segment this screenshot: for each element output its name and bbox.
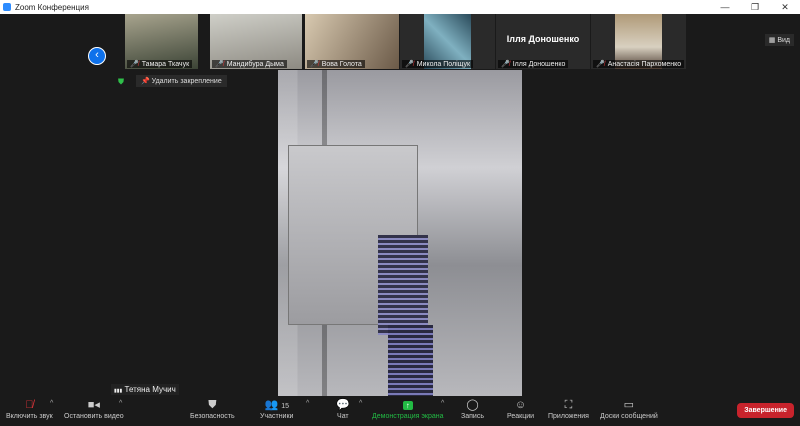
unpin-label: Удалить закрепление (151, 78, 222, 85)
shield-icon: ⛊ (208, 399, 217, 411)
chat-button[interactable]: 💬 Чат (336, 398, 350, 420)
stop-video-button[interactable]: ■◂ Остановить видео (64, 398, 124, 420)
mic-muted-icon: 🎤̸ (215, 61, 224, 68)
unmute-label: Включить звук (6, 413, 53, 420)
participant-tile[interactable]: Ілля Доношенко 🎤̸ Ілля Доношенко (496, 14, 590, 69)
stop-video-label: Остановить видео (64, 413, 124, 420)
share-screen-label: Демонстрация экрана (372, 413, 444, 420)
zoom-logo-icon (3, 3, 11, 11)
participant-tile[interactable]: 🎤̸ Микола Поліщук (400, 14, 495, 69)
audio-options-caret[interactable]: ^ (50, 400, 53, 407)
end-meeting-button[interactable]: Завершение (737, 403, 794, 418)
window-title: Zoom Конференция (15, 2, 89, 12)
mic-muted-icon: 🎙̸ (25, 399, 34, 411)
unpin-button[interactable]: 📌 Удалить закрепление (136, 75, 227, 87)
mic-muted-icon: 🎤̸ (130, 61, 139, 68)
record-icon: ◯ (466, 399, 479, 411)
participant-name: Микола Поліщук (416, 60, 471, 68)
speaker-name: Тетяна Мучич (124, 385, 176, 394)
reactions-label: Реакции (507, 413, 535, 420)
video-options-caret[interactable]: ^ (119, 400, 122, 407)
apps-button[interactable]: ⛶ Приложения (548, 398, 589, 420)
mic-muted-icon: 🎤̸ (501, 61, 510, 68)
minimize-button[interactable]: — (710, 0, 740, 14)
back-arrow-icon[interactable]: ‹ (88, 47, 106, 65)
view-button[interactable]: ▦ Вид (764, 34, 794, 46)
mic-muted-icon: 🎤̸ (310, 61, 319, 68)
mic-muted-icon: 🎤̸ (596, 61, 605, 68)
title-bar: Zoom Конференция — ❐ ✕ (0, 0, 800, 14)
whiteboards-label: Доски сообщений (600, 413, 658, 420)
mic-muted-icon: 🎤̸ (405, 61, 414, 68)
reaction-smiley-icon: ☺ (514, 399, 527, 411)
signal-icon: ▮▮▮ (114, 388, 123, 394)
whiteboard-icon: ▭ (623, 399, 635, 411)
security-label: Безопасность (190, 413, 235, 420)
participants-button[interactable]: 👥 15 Участники (260, 398, 293, 420)
participant-tile[interactable]: 🎤̸ Вова Голота (305, 14, 399, 69)
participant-name: Анастасія Пархоменко (607, 60, 682, 68)
close-button[interactable]: ✕ (770, 0, 800, 14)
share-options-caret[interactable]: ^ (441, 400, 444, 407)
pin-icon: 📌 (141, 78, 150, 85)
record-button[interactable]: ◯ Запись (461, 398, 484, 420)
participant-tile[interactable]: 🎤̸ Мандибура Дыма (210, 14, 302, 69)
participant-name: Тамара Ткачук (141, 60, 190, 68)
participant-tile[interactable]: 🎤̸ Тамара Ткачук (125, 14, 198, 69)
chat-options-caret[interactable]: ^ (359, 400, 362, 407)
participants-label: Участники (260, 413, 294, 420)
participants-icon: 👥 (264, 399, 279, 411)
participant-display-name: Ілля Доношенко (506, 34, 580, 44)
restore-button[interactable]: ❐ (740, 0, 770, 14)
participants-options-caret[interactable]: ^ (306, 400, 309, 407)
participants-count: 15 (281, 403, 289, 410)
whiteboards-button[interactable]: ▭ Доски сообщений (600, 398, 658, 420)
participant-strip: ‹ 🎤̸ Тамара Ткачук 🎤̸ Мандибура Дыма 🎤̸ Вов… (0, 14, 800, 70)
video-content (388, 325, 433, 396)
security-button[interactable]: ⛊ Безопасность (190, 398, 235, 420)
reactions-button[interactable]: ☺ Реакции (507, 398, 534, 420)
video-camera-icon: ■◂ (87, 399, 100, 411)
participant-name: Ілля Доношенко (512, 60, 566, 68)
video-content (378, 235, 428, 335)
participant-tile[interactable]: 🎤̸ Анастасія Пархоменко (591, 14, 686, 69)
share-screen-button[interactable]: ↑ Демонстрация экрана (372, 398, 444, 420)
unmute-button[interactable]: 🎙̸ Включить звук (6, 398, 53, 420)
participant-name: Вова Голота (321, 60, 362, 68)
share-arrow-icon: ↑ (372, 398, 444, 413)
apps-icon: ⛶ (564, 399, 573, 411)
chat-label: Чат (337, 413, 349, 420)
active-speaker-video (278, 70, 522, 396)
participant-name: Мандибура Дыма (226, 60, 284, 68)
speaker-name-label: ▮▮▮ Тетяна Мучич (111, 384, 179, 395)
meeting-toolbar: 🎙̸ Включить звук ^ ■◂ Остановить видео ^ ⛊… (0, 396, 800, 426)
encryption-shield-icon[interactable]: ⛊ (118, 77, 124, 87)
chat-icon: 💬 (336, 399, 350, 411)
apps-label: Приложения (548, 413, 589, 420)
record-label: Запись (461, 413, 484, 420)
